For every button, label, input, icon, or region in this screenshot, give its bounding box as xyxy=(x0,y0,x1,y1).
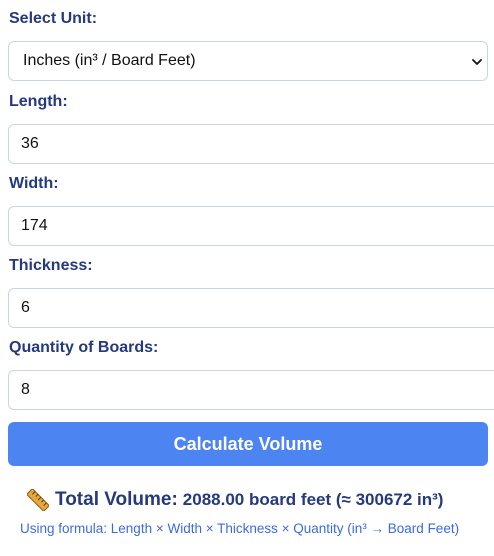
unit-select[interactable]: Inches (in³ / Board Feet) xyxy=(8,41,488,81)
thickness-label: Thickness: xyxy=(9,257,93,274)
formula-note: Using formula: Length × Width × Thicknes… xyxy=(20,521,460,536)
total-volume-label: Total Volume: xyxy=(55,489,178,510)
quantity-value: 8 xyxy=(21,381,30,398)
unit-select-value: Inches (in³ / Board Feet) xyxy=(23,52,196,69)
thickness-value: 6 xyxy=(21,299,30,316)
width-value: 174 xyxy=(21,217,48,234)
quantity-input[interactable]: 8 xyxy=(8,370,494,410)
calculate-volume-button[interactable]: Calculate Volume xyxy=(8,422,488,466)
quantity-label: Quantity of Boards: xyxy=(9,339,159,356)
chevron-down-icon xyxy=(472,59,482,65)
length-input[interactable]: 36 xyxy=(8,124,494,164)
length-value: 36 xyxy=(21,135,39,152)
thickness-input[interactable]: 6 xyxy=(8,288,494,328)
length-label: Length: xyxy=(9,93,68,110)
result-summary: Total Volume: 2088.00 board feet (≈ 3006… xyxy=(27,487,443,513)
ruler-icon xyxy=(27,489,49,511)
unit-label: Select Unit: xyxy=(9,10,98,27)
total-volume-value: 2088.00 board feet (≈ 300672 in³) xyxy=(182,490,444,509)
width-input[interactable]: 174 xyxy=(8,206,494,246)
width-label: Width: xyxy=(9,175,59,192)
